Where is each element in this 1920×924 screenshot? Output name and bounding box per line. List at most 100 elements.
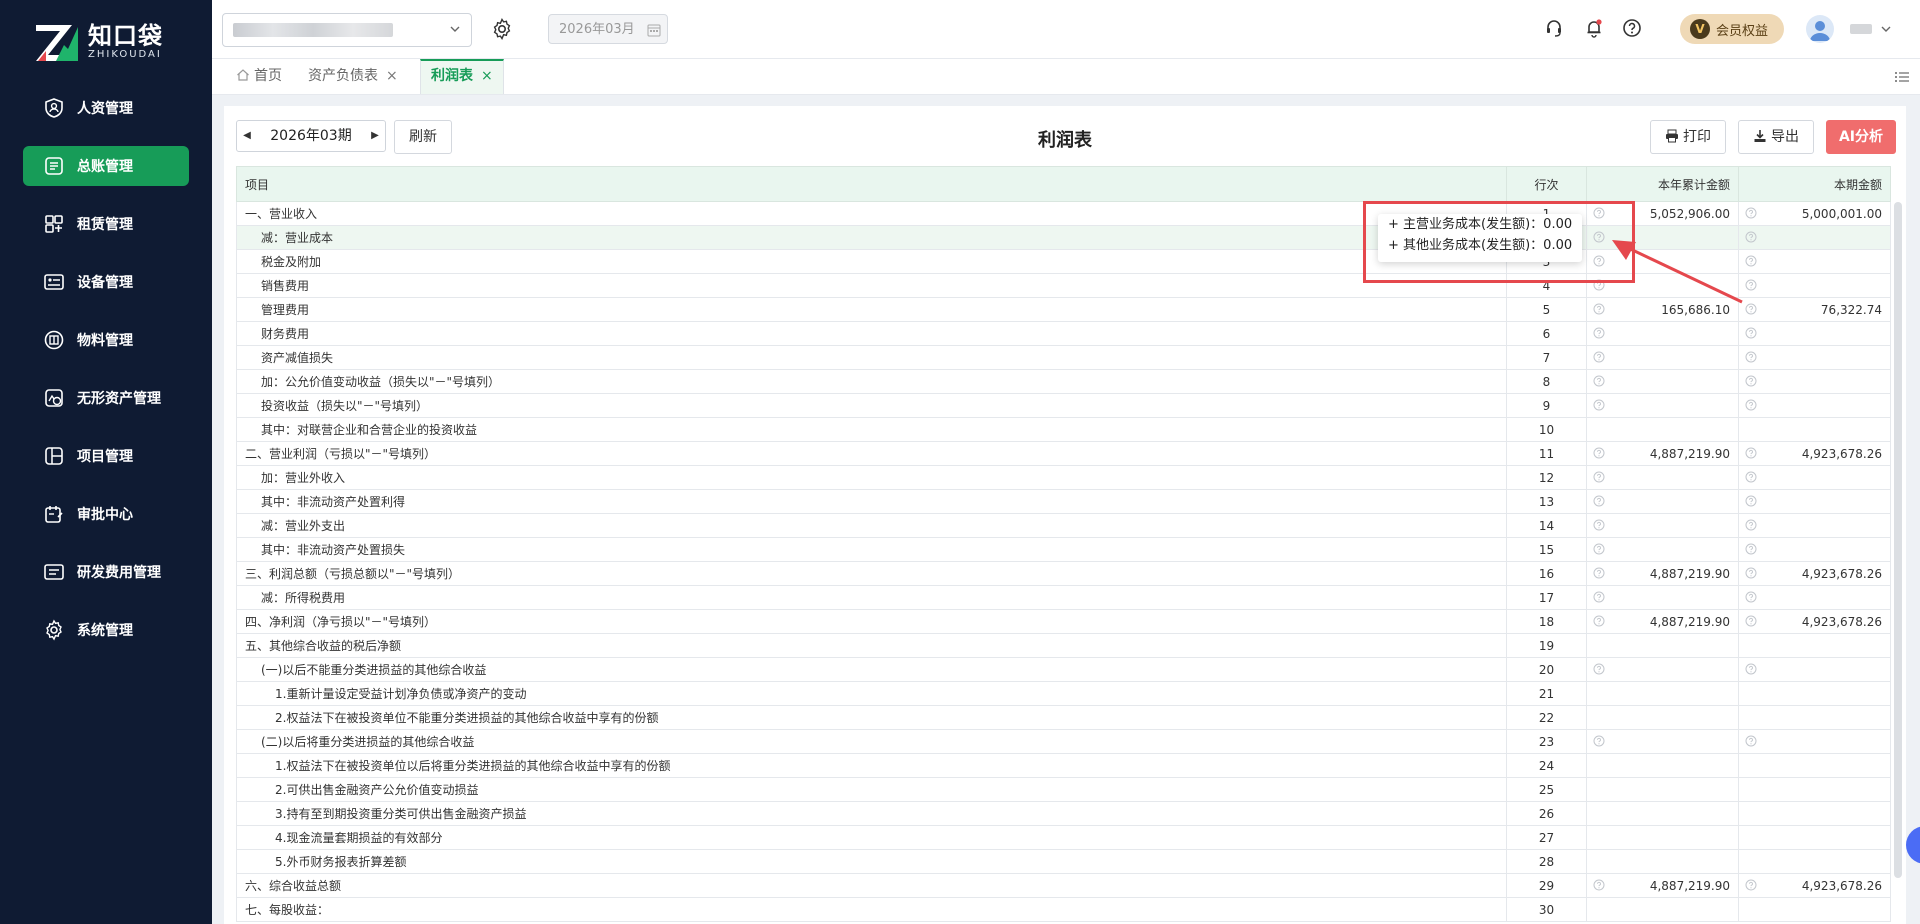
table-row[interactable]: 财务费用 6 [236, 321, 1891, 346]
cell-current-amount[interactable]: 4,923,678.26 [1738, 561, 1891, 586]
cell-ytd-amount[interactable] [1586, 417, 1739, 442]
formula-help-icon[interactable] [1745, 879, 1757, 891]
cell-current-amount[interactable] [1738, 729, 1891, 754]
table-scrollbar[interactable] [1894, 202, 1902, 878]
formula-help-icon[interactable] [1745, 663, 1757, 675]
cell-current-amount[interactable] [1738, 753, 1891, 778]
cell-ytd-amount[interactable] [1586, 705, 1739, 730]
table-row[interactable]: 二、营业利润（亏损以"－"号填列） 11 4,887,219.90 4,923,678… [236, 441, 1891, 466]
cell-ytd-amount[interactable] [1586, 825, 1739, 850]
company-select[interactable] [222, 13, 472, 47]
bell-icon[interactable] [1584, 18, 1604, 38]
table-row[interactable]: 三、利润总额（亏损总额以"－"号填列） 16 4,887,219.90 4,923,6… [236, 561, 1891, 586]
table-row[interactable]: 2.可供出售金融资产公允价值变动损益 25 [236, 777, 1891, 802]
formula-help-icon[interactable] [1745, 519, 1757, 531]
formula-help-icon[interactable] [1593, 399, 1605, 411]
table-row[interactable]: 5.外币财务报表折算差额 28 [236, 849, 1891, 874]
cell-ytd-amount[interactable] [1586, 777, 1739, 802]
formula-help-icon[interactable] [1593, 591, 1605, 603]
cell-ytd-amount[interactable] [1586, 345, 1739, 370]
cell-ytd-amount[interactable]: 4,887,219.90 [1586, 609, 1739, 634]
sidebar-item-5[interactable]: 无形资产管理 [23, 378, 189, 418]
cell-current-amount[interactable] [1738, 537, 1891, 562]
formula-help-icon[interactable] [1593, 567, 1605, 579]
user-avatar[interactable] [1806, 15, 1834, 43]
cell-ytd-amount[interactable] [1586, 753, 1739, 778]
chevron-down-icon[interactable] [1880, 23, 1892, 35]
cell-current-amount[interactable] [1738, 345, 1891, 370]
cell-current-amount[interactable] [1738, 681, 1891, 706]
period-date-field[interactable]: 2026年03月 [548, 14, 668, 44]
cell-ytd-amount[interactable] [1586, 585, 1739, 610]
cell-current-amount[interactable]: 4,923,678.26 [1738, 873, 1891, 898]
cell-current-amount[interactable] [1738, 897, 1891, 922]
cell-current-amount[interactable] [1738, 801, 1891, 826]
formula-help-icon[interactable] [1745, 327, 1757, 339]
cell-current-amount[interactable] [1738, 513, 1891, 538]
formula-help-icon[interactable] [1593, 519, 1605, 531]
formula-help-icon[interactable] [1593, 447, 1605, 459]
sidebar-item-7[interactable]: 审批中心 [23, 494, 189, 534]
cell-current-amount[interactable] [1738, 393, 1891, 418]
formula-help-icon[interactable] [1593, 543, 1605, 555]
tab-income-statement[interactable]: 利润表 × [420, 59, 504, 94]
cell-ytd-amount[interactable] [1586, 897, 1739, 922]
sidebar-item-3[interactable]: 设备管理 [23, 262, 189, 302]
cell-current-amount[interactable] [1738, 273, 1891, 298]
help-icon[interactable] [1622, 18, 1642, 38]
formula-help-icon[interactable] [1745, 207, 1757, 219]
cell-current-amount[interactable] [1738, 489, 1891, 514]
cell-ytd-amount[interactable] [1586, 681, 1739, 706]
cell-current-amount[interactable] [1738, 321, 1891, 346]
cell-ytd-amount[interactable] [1586, 729, 1739, 754]
table-row[interactable]: 1.重新计量设定受益计划净负债或净资产的变动 21 [236, 681, 1891, 706]
cell-ytd-amount[interactable] [1586, 369, 1739, 394]
tab-home[interactable]: 首页 [226, 59, 292, 94]
table-row[interactable]: 四、净利润（净亏损以"－"号填列） 18 4,887,219.90 4,923,678… [236, 609, 1891, 634]
sidebar-item-8[interactable]: 研发费用管理 [23, 552, 189, 592]
sidebar-item-6[interactable]: 项目管理 [23, 436, 189, 476]
vip-benefits-button[interactable]: V 会员权益 [1680, 14, 1784, 44]
formula-help-icon[interactable] [1745, 495, 1757, 507]
table-row[interactable]: (二)以后将重分类进损益的其他综合收益 23 [236, 729, 1891, 754]
tabs-menu-icon[interactable] [1894, 69, 1910, 85]
cell-ytd-amount[interactable] [1586, 489, 1739, 514]
formula-help-icon[interactable] [1745, 591, 1757, 603]
table-row[interactable]: 资产减值损失 7 [236, 345, 1891, 370]
close-icon[interactable]: × [481, 68, 493, 84]
sidebar-item-1[interactable]: 总账管理 [23, 146, 189, 186]
app-logo[interactable]: 知口袋 ZHIKOUDAI [34, 20, 163, 64]
sidebar-item-0[interactable]: 人资管理 [23, 88, 189, 128]
cell-current-amount[interactable] [1738, 825, 1891, 850]
cell-current-amount[interactable]: 76,322.74 [1738, 297, 1891, 322]
headset-icon[interactable] [1544, 18, 1564, 38]
table-row[interactable]: 六、综合收益总额 29 4,887,219.90 4,923,678.26 [236, 873, 1891, 898]
table-row[interactable]: 加：公允价值变动收益（损失以"－"号填列） 8 [236, 369, 1891, 394]
cell-current-amount[interactable] [1738, 849, 1891, 874]
table-row[interactable]: 1.权益法下在被投资单位以后将重分类进损益的其他综合收益中享有的份额 24 [236, 753, 1891, 778]
table-row[interactable]: 七、每股收益： 30 [236, 897, 1891, 922]
cell-current-amount[interactable] [1738, 633, 1891, 658]
cell-current-amount[interactable] [1738, 249, 1891, 274]
export-button[interactable]: 导出 [1738, 120, 1814, 154]
formula-help-icon[interactable] [1745, 399, 1757, 411]
cell-current-amount[interactable] [1738, 417, 1891, 442]
formula-help-icon[interactable] [1745, 471, 1757, 483]
cell-current-amount[interactable] [1738, 225, 1891, 250]
formula-help-icon[interactable] [1593, 351, 1605, 363]
formula-help-icon[interactable] [1745, 615, 1757, 627]
formula-help-icon[interactable] [1745, 735, 1757, 747]
formula-help-icon[interactable] [1593, 375, 1605, 387]
table-row[interactable]: 投资收益（损失以"－"号填列） 9 [236, 393, 1891, 418]
table-row[interactable]: 减：营业外支出 14 [236, 513, 1891, 538]
sidebar-item-4[interactable]: 物料管理 [23, 320, 189, 360]
formula-help-icon[interactable] [1593, 327, 1605, 339]
formula-help-icon[interactable] [1745, 543, 1757, 555]
cell-current-amount[interactable] [1738, 657, 1891, 682]
formula-help-icon[interactable] [1593, 663, 1605, 675]
cell-ytd-amount[interactable] [1586, 393, 1739, 418]
table-row[interactable]: (一)以后不能重分类进损益的其他综合收益 20 [236, 657, 1891, 682]
print-button[interactable]: 打印 [1650, 120, 1726, 154]
cell-ytd-amount[interactable] [1586, 657, 1739, 682]
table-row[interactable]: 减：所得税费用 17 [236, 585, 1891, 610]
